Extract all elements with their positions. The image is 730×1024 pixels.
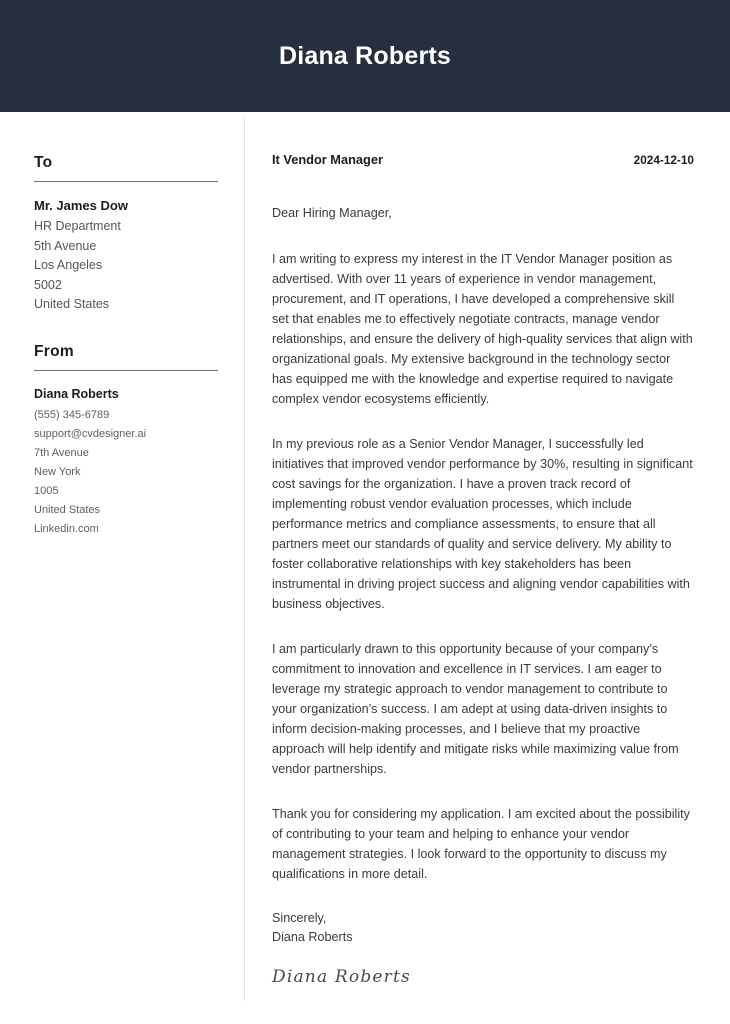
signature: Diana Roberts	[272, 966, 411, 987]
document-header: Diana Roberts	[0, 0, 730, 112]
recipient-line: Los Angeles	[34, 258, 103, 273]
sender-line: 7th Avenue	[34, 446, 89, 459]
recipient-rule	[34, 181, 218, 183]
sender-line: New York	[34, 465, 81, 478]
document-body: To Mr. James Dow HR Department 5th Avenu…	[0, 112, 730, 1024]
job-title: It Vendor Manager	[272, 152, 383, 167]
letter-content: It Vendor Manager 2024-12-10 Dear Hiring…	[244, 112, 730, 987]
contact-sidebar: To Mr. James Dow HR Department 5th Avenu…	[0, 112, 244, 544]
letter-paragraph: Thank you for considering my application…	[272, 806, 690, 881]
letter-header-row: It Vendor Manager 2024-12-10	[272, 152, 694, 169]
column-divider	[244, 117, 245, 1001]
sender-phone: (555) 345-6789	[34, 409, 110, 422]
sender-rule	[34, 369, 218, 371]
sender-email: support@cvdesigner.ai	[34, 428, 147, 441]
recipient-line: 5002	[34, 277, 62, 292]
sender-block: From Diana Roberts (555) 345-6789 suppor…	[34, 343, 218, 539]
recipient-line: United States	[34, 297, 110, 312]
letter-date: 2024-12-10	[633, 153, 694, 167]
letter-paragraph: I am particularly drawn to this opportun…	[272, 641, 679, 776]
closing-salutation: Sincerely,	[272, 910, 327, 925]
closing-block: Sincerely, Diana Roberts	[272, 909, 694, 947]
recipient-name: Mr. James Dow	[34, 198, 128, 214]
closing-name: Diana Roberts	[272, 929, 353, 944]
salutation: Dear Hiring Manager,	[272, 205, 392, 220]
letter-paragraph: In my previous role as a Senior Vendor M…	[272, 436, 693, 611]
sender-linkedin: Linkedin.com	[34, 522, 99, 535]
sender-line: 1005	[34, 484, 59, 497]
letter-paragraph: I am writing to express my interest in t…	[272, 251, 693, 406]
recipient-line: HR Department	[34, 219, 121, 234]
sender-line: United States	[34, 503, 101, 516]
recipient-heading: To	[34, 154, 53, 171]
sender-heading: From	[34, 342, 74, 360]
applicant-name-title: Diana Roberts	[278, 41, 452, 70]
recipient-block: To Mr. James Dow HR Department 5th Avenu…	[34, 154, 218, 315]
recipient-line: 5th Avenue	[34, 238, 97, 253]
sender-name: Diana Roberts	[34, 386, 119, 401]
